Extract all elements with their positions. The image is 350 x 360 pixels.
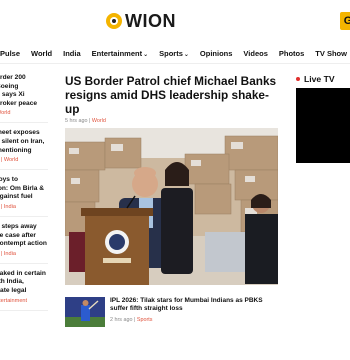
wion-logo-icon	[106, 13, 122, 29]
left-story-item[interactable]: order 200 Boeing p says Xi broker peace W…	[0, 74, 48, 124]
live-indicator-icon	[296, 77, 300, 81]
nav-item-label: India	[63, 49, 81, 58]
story-card-body: IPL 2026: Tilak stars for Mumbai Indians…	[110, 297, 280, 327]
nav-item-tv-show[interactable]: TV Show	[315, 49, 347, 58]
story-card-category[interactable]: Sports	[137, 317, 153, 323]
header-app-button[interactable]: G	[340, 12, 350, 30]
nav-item-world[interactable]: World	[31, 49, 52, 58]
main-headline[interactable]: US Border Patrol chief Michael Banks res…	[65, 74, 280, 116]
nav-item-photos[interactable]: Photos	[279, 49, 304, 58]
main-story-image[interactable]	[65, 128, 278, 285]
chevron-down-icon: ⌄	[143, 52, 149, 58]
main-nav: Pulse World India Entertainment⌄ Sports⌄ Opin…	[0, 44, 350, 64]
nav-item-opinions[interactable]: Opinions	[200, 49, 233, 58]
left-story-title[interactable]: roys to ion: Om Birla & against fuel	[0, 176, 48, 202]
nav-item-india[interactable]: India	[63, 49, 81, 58]
nav-item-label: Entertainment	[91, 49, 143, 58]
left-story-title[interactable]: order 200 Boeing p says Xi broker peace	[0, 74, 48, 108]
left-story-item[interactable]: meet exposes a silent on Iran, mentionin…	[0, 129, 48, 171]
story-card-time: 2 hrs ago	[110, 316, 133, 323]
nav-item-label: World	[31, 49, 53, 58]
hero-photo	[65, 128, 278, 285]
live-tv-player[interactable]	[296, 88, 350, 163]
left-story-list: order 200 Boeing p says Xi broker peace W…	[0, 74, 48, 317]
left-story-meta: World	[0, 110, 11, 117]
nav-item-sports[interactable]: Sports⌄	[159, 49, 189, 58]
site-logo[interactable]: WION	[106, 11, 176, 31]
main-story-time: 5 hrs ago	[65, 118, 88, 124]
left-story-item[interactable]: eaked in certain rth India, tiate legaln…	[0, 270, 48, 311]
nav-item-videos[interactable]: Videos	[243, 49, 267, 58]
nav-item-label: TV Show	[315, 49, 347, 58]
nav-item-label: Videos	[243, 49, 268, 58]
live-tv-header: Live TV	[296, 74, 350, 84]
chevron-down-icon: ⌄	[183, 52, 189, 58]
card-photo	[65, 297, 105, 327]
story-card-meta: 2 hrs ago | Sports	[110, 317, 280, 323]
left-story-meta: ntertainment	[0, 297, 28, 304]
left-story-title[interactable]: meet exposes a silent on Iran, mentionin…	[0, 129, 48, 155]
left-story-meta: T | India	[0, 250, 17, 257]
left-story-title[interactable]: e steps away se case after contempt acti…	[0, 223, 48, 249]
story-card[interactable]: IPL 2026: Tilak stars for Mumbai Indians…	[65, 297, 280, 327]
nav-item-label: Pulse	[0, 49, 21, 58]
left-story-item[interactable]: roys to ion: Om Birla & against fuelT | …	[0, 176, 48, 217]
nav-item-label: Opinions	[199, 49, 233, 58]
live-tv-panel: Live TV	[296, 74, 350, 163]
story-card-thumbnail[interactable]	[65, 297, 105, 327]
nav-item-entertainment[interactable]: Entertainment⌄	[92, 49, 148, 58]
left-story-title[interactable]: eaked in certain rth India, tiate legal	[0, 270, 48, 296]
nav-item-pulse[interactable]: Pulse	[0, 49, 20, 58]
main-story-meta: 5 hrs ago | World	[65, 118, 280, 124]
logo-text: WION	[125, 10, 176, 31]
left-story-meta: T | India	[0, 203, 17, 210]
nav-item-label: Sports	[159, 49, 183, 58]
story-card-title[interactable]: IPL 2026: Tilak stars for Mumbai Indians…	[110, 297, 280, 314]
live-tv-label[interactable]: Live TV	[304, 74, 335, 84]
left-story-meta: T | World	[0, 157, 19, 164]
main-story: US Border Patrol chief Michael Banks res…	[65, 74, 280, 285]
left-story-item[interactable]: e steps away se case after contempt acti…	[0, 223, 48, 264]
site-header: WION G	[0, 0, 350, 40]
main-story-category[interactable]: World	[92, 118, 106, 124]
nav-item-label: Photos	[278, 49, 305, 58]
